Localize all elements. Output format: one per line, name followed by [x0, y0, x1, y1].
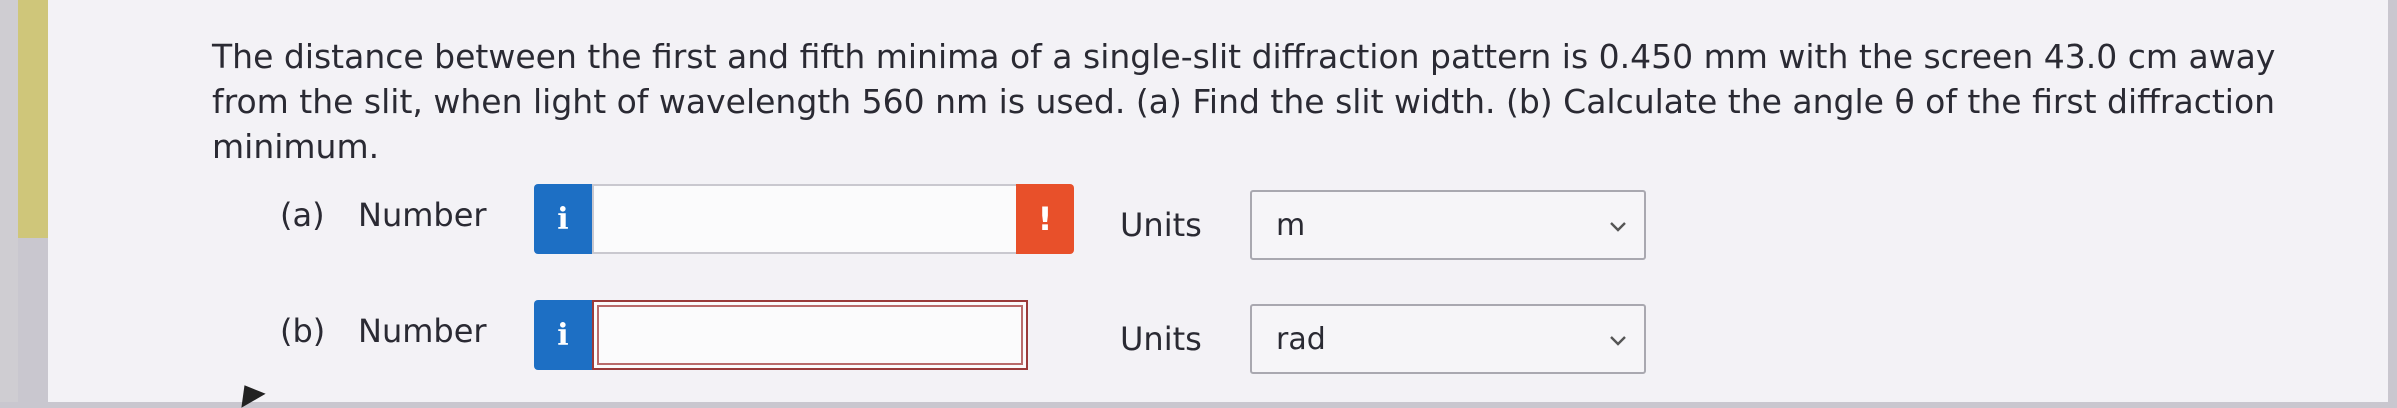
part-a-alert-button[interactable]: !	[1016, 184, 1074, 254]
part-b-label: (b)	[280, 312, 326, 350]
info-icon: i	[557, 201, 569, 237]
left-edge	[0, 0, 18, 402]
part-b-info-button[interactable]: i	[534, 300, 592, 370]
question-text: The distance between the first and fifth…	[212, 37, 2276, 166]
part-b-units-label: Units	[1120, 320, 1202, 358]
part-a-label: (a)	[280, 196, 325, 234]
part-b-number-input[interactable]	[592, 300, 1028, 370]
part-a-units-select[interactable]: m	[1250, 190, 1646, 260]
part-b-number-label: Number	[358, 312, 487, 350]
part-a-units-label: Units	[1120, 206, 1202, 244]
chevron-down-icon	[1610, 222, 1626, 232]
question-accent-bar	[18, 0, 48, 238]
info-icon: i	[557, 317, 569, 353]
exclamation-icon: !	[1037, 200, 1053, 238]
part-b-units-select[interactable]: rad	[1250, 304, 1646, 374]
part-a-info-button[interactable]: i	[534, 184, 592, 254]
chevron-down-icon	[1610, 336, 1626, 346]
part-a-number-label: Number	[358, 196, 487, 234]
part-b-units-value: rad	[1276, 321, 1326, 357]
part-a-number-input[interactable]	[592, 184, 1018, 254]
part-a-units-value: m	[1276, 207, 1306, 243]
